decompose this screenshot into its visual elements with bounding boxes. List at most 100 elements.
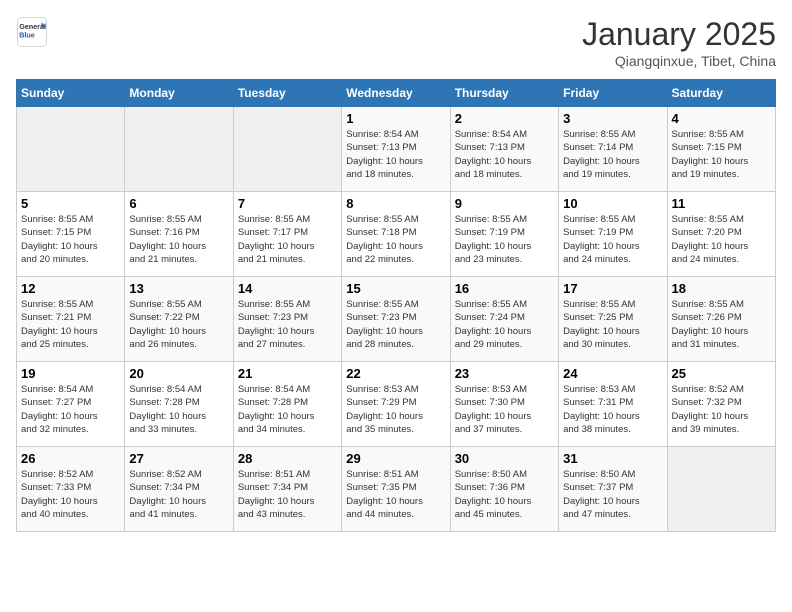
day-info: Sunrise: 8:54 AM Sunset: 7:28 PM Dayligh… [129,383,228,436]
calendar-cell: 21 Sunrise: 8:54 AM Sunset: 7:28 PM Dayli… [233,362,341,447]
day-info: Sunrise: 8:55 AM Sunset: 7:15 PM Dayligh… [672,128,771,181]
day-number: 15 [346,281,445,296]
day-number: 12 [21,281,120,296]
day-number: 22 [346,366,445,381]
day-info: Sunrise: 8:55 AM Sunset: 7:18 PM Dayligh… [346,213,445,266]
day-number: 11 [672,196,771,211]
calendar-cell: 5 Sunrise: 8:55 AM Sunset: 7:15 PM Daylig… [17,192,125,277]
day-info: Sunrise: 8:55 AM Sunset: 7:24 PM Dayligh… [455,298,554,351]
day-number: 14 [238,281,337,296]
calendar-cell: 26Sunrise: 8:52 AM Sunset: 7:33 PM Dayli… [17,447,125,532]
calendar-cell: 15 Sunrise: 8:55 AM Sunset: 7:23 PM Dayli… [342,277,450,362]
weekday-header-tuesday: Tuesday [233,80,341,107]
day-info: Sunrise: 8:55 AM Sunset: 7:22 PM Dayligh… [129,298,228,351]
weekday-header-monday: Monday [125,80,233,107]
calendar-cell: 28 Sunrise: 8:51 AM Sunset: 7:34 PM Dayli… [233,447,341,532]
day-info: Sunrise: 8:55 AM Sunset: 7:25 PM Dayligh… [563,298,662,351]
day-number: 21 [238,366,337,381]
day-number: 31 [563,451,662,466]
calendar-cell: 27 Sunrise: 8:52 AM Sunset: 7:34 PM Dayli… [125,447,233,532]
calendar-cell: 22 Sunrise: 8:53 AM Sunset: 7:29 PM Dayli… [342,362,450,447]
day-number: 17 [563,281,662,296]
day-info: Sunrise: 8:50 AM Sunset: 7:36 PM Dayligh… [455,468,554,521]
day-number: 23 [455,366,554,381]
day-info: Sunrise: 8:52 AM Sunset: 7:34 PM Dayligh… [129,468,228,521]
day-info: Sunrise: 8:54 AM Sunset: 7:13 PM Dayligh… [346,128,445,181]
calendar-cell: 9Sunrise: 8:55 AM Sunset: 7:19 PM Daylig… [450,192,558,277]
title-area: January 2025 Qiangqinxue, Tibet, China [582,16,776,69]
day-info: Sunrise: 8:55 AM Sunset: 7:23 PM Dayligh… [346,298,445,351]
day-info: Sunrise: 8:54 AM Sunset: 7:27 PM Dayligh… [21,383,120,436]
day-info: Sunrise: 8:55 AM Sunset: 7:26 PM Dayligh… [672,298,771,351]
header: General Blue January 2025 Qiangqinxue, T… [16,16,776,69]
calendar-cell [17,107,125,192]
day-number: 26 [21,451,120,466]
calendar-cell: 4 Sunrise: 8:55 AM Sunset: 7:15 PM Daylig… [667,107,775,192]
day-info: Sunrise: 8:55 AM Sunset: 7:19 PM Dayligh… [563,213,662,266]
calendar-subtitle: Qiangqinxue, Tibet, China [582,53,776,69]
logo-icon: General Blue [16,16,48,48]
day-number: 19 [21,366,120,381]
svg-text:Blue: Blue [19,31,35,40]
day-number: 30 [455,451,554,466]
calendar-cell: 8 Sunrise: 8:55 AM Sunset: 7:18 PM Daylig… [342,192,450,277]
calendar-cell: 7 Sunrise: 8:55 AM Sunset: 7:17 PM Daylig… [233,192,341,277]
calendar-cell: 2 Sunrise: 8:54 AM Sunset: 7:13 PM Daylig… [450,107,558,192]
day-number: 8 [346,196,445,211]
day-info: Sunrise: 8:55 AM Sunset: 7:17 PM Dayligh… [238,213,337,266]
calendar-cell: 10 Sunrise: 8:55 AM Sunset: 7:19 PM Dayli… [559,192,667,277]
day-info: Sunrise: 8:55 AM Sunset: 7:21 PM Dayligh… [21,298,120,351]
day-info: Sunrise: 8:51 AM Sunset: 7:35 PM Dayligh… [346,468,445,521]
weekday-header-saturday: Saturday [667,80,775,107]
day-info: Sunrise: 8:55 AM Sunset: 7:23 PM Dayligh… [238,298,337,351]
day-number: 13 [129,281,228,296]
day-info: Sunrise: 8:55 AM Sunset: 7:19 PM Dayligh… [455,213,554,266]
calendar-cell: 14 Sunrise: 8:55 AM Sunset: 7:23 PM Dayli… [233,277,341,362]
day-info: Sunrise: 8:55 AM Sunset: 7:14 PM Dayligh… [563,128,662,181]
day-number: 16 [455,281,554,296]
weekday-header-thursday: Thursday [450,80,558,107]
day-number: 4 [672,111,771,126]
calendar-cell: 19 Sunrise: 8:54 AM Sunset: 7:27 PM Dayli… [17,362,125,447]
calendar-cell: 12 Sunrise: 8:55 AM Sunset: 7:21 PM Dayli… [17,277,125,362]
day-info: Sunrise: 8:53 AM Sunset: 7:29 PM Dayligh… [346,383,445,436]
calendar-cell: 1 Sunrise: 8:54 AM Sunset: 7:13 PM Daylig… [342,107,450,192]
day-number: 20 [129,366,228,381]
day-info: Sunrise: 8:51 AM Sunset: 7:34 PM Dayligh… [238,468,337,521]
day-number: 25 [672,366,771,381]
weekday-header-friday: Friday [559,80,667,107]
day-info: Sunrise: 8:55 AM Sunset: 7:15 PM Dayligh… [21,213,120,266]
calendar-cell: 13 Sunrise: 8:55 AM Sunset: 7:22 PM Dayli… [125,277,233,362]
calendar-cell: 18 Sunrise: 8:55 AM Sunset: 7:26 PM Dayli… [667,277,775,362]
day-number: 28 [238,451,337,466]
calendar-cell: 23Sunrise: 8:53 AM Sunset: 7:30 PM Dayli… [450,362,558,447]
day-info: Sunrise: 8:54 AM Sunset: 7:28 PM Dayligh… [238,383,337,436]
day-number: 6 [129,196,228,211]
calendar-cell: 6 Sunrise: 8:55 AM Sunset: 7:16 PM Daylig… [125,192,233,277]
day-number: 18 [672,281,771,296]
day-number: 2 [455,111,554,126]
calendar-title: January 2025 [582,16,776,53]
day-number: 10 [563,196,662,211]
logo: General Blue [16,16,48,48]
day-info: Sunrise: 8:55 AM Sunset: 7:16 PM Dayligh… [129,213,228,266]
weekday-header-wednesday: Wednesday [342,80,450,107]
weekday-header-sunday: Sunday [17,80,125,107]
calendar-cell: 30 Sunrise: 8:50 AM Sunset: 7:36 PM Dayli… [450,447,558,532]
calendar-cell: 29 Sunrise: 8:51 AM Sunset: 7:35 PM Dayli… [342,447,450,532]
day-number: 3 [563,111,662,126]
day-number: 1 [346,111,445,126]
calendar-cell [233,107,341,192]
calendar-cell: 16 Sunrise: 8:55 AM Sunset: 7:24 PM Dayli… [450,277,558,362]
calendar-cell [125,107,233,192]
day-number: 7 [238,196,337,211]
day-number: 29 [346,451,445,466]
day-info: Sunrise: 8:55 AM Sunset: 7:20 PM Dayligh… [672,213,771,266]
calendar-cell: 3 Sunrise: 8:55 AM Sunset: 7:14 PM Daylig… [559,107,667,192]
day-number: 5 [21,196,120,211]
calendar-cell [667,447,775,532]
day-info: Sunrise: 8:54 AM Sunset: 7:13 PM Dayligh… [455,128,554,181]
day-info: Sunrise: 8:50 AM Sunset: 7:37 PM Dayligh… [563,468,662,521]
calendar-cell: 31 Sunrise: 8:50 AM Sunset: 7:37 PM Dayli… [559,447,667,532]
day-number: 27 [129,451,228,466]
